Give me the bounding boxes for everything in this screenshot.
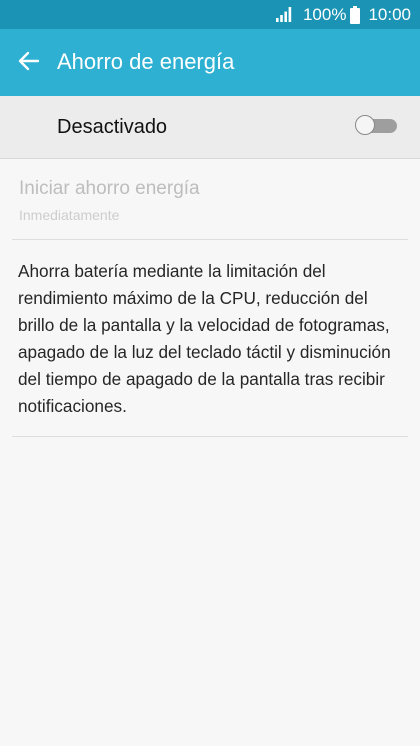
back-arrow-icon — [18, 51, 40, 76]
power-saving-toggle[interactable] — [355, 115, 399, 137]
divider — [12, 239, 408, 240]
app-bar: Ahorro de energía — [0, 29, 420, 96]
battery-icon — [350, 5, 361, 24]
divider — [12, 436, 408, 437]
master-switch-row[interactable]: Desactivado — [0, 96, 420, 159]
page-title: Ahorro de energía — [57, 49, 235, 74]
setting-value: Inmediatamente — [19, 207, 120, 223]
status-bar: 100% 10:00 — [0, 0, 420, 29]
status-indicators: 100% 10:00 — [275, 0, 411, 29]
battery-percentage: 100% — [302, 4, 347, 24]
toggle-knob — [355, 115, 375, 135]
signal-icon — [275, 6, 293, 23]
back-button[interactable] — [14, 48, 44, 78]
master-switch-label: Desactivado — [57, 116, 168, 138]
clock: 10:00 — [368, 4, 411, 24]
setting-title: Iniciar ahorro energía — [19, 178, 200, 199]
start-power-saving-setting: Iniciar ahorro energía Inmediatamente — [0, 159, 420, 239]
description-text: Ahorra batería mediante la limitación de… — [18, 261, 391, 416]
